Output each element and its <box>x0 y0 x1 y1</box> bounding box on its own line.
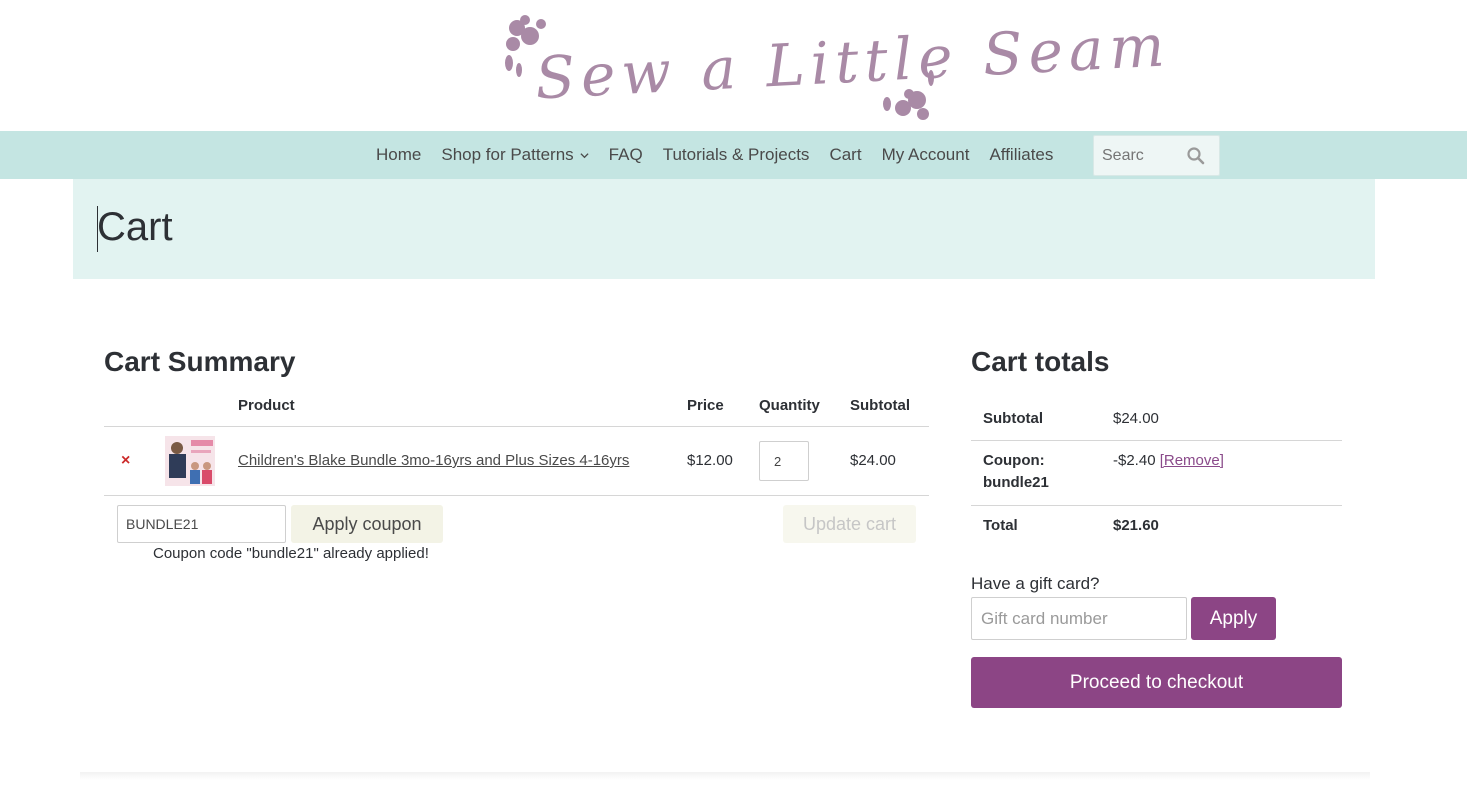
apply-coupon-button[interactable]: Apply coupon <box>291 505 443 543</box>
product-name-link[interactable]: Children's Blake Bundle 3mo-16yrs and Pl… <box>238 452 629 469</box>
coupon-discount: -$2.40 [Remove] <box>1113 452 1224 469</box>
gift-card-label: Have a gift card? <box>971 574 1100 593</box>
product-thumbnail[interactable] <box>165 436 215 486</box>
coupon-label: Coupon: bundle21 <box>983 452 1049 491</box>
search-icon[interactable] <box>1186 146 1206 166</box>
nav-tutorials[interactable]: Tutorials & Projects <box>653 145 820 165</box>
col-subtotal: Subtotal <box>850 397 910 414</box>
nav-cart[interactable]: Cart <box>819 145 871 165</box>
item-price: $12.00 <box>687 452 733 469</box>
total-value: $21.60 <box>1113 517 1159 534</box>
totals-divider <box>971 440 1342 441</box>
nav-shop-for-patterns[interactable]: Shop for Patterns <box>431 145 598 165</box>
item-subtotal: $24.00 <box>850 452 896 469</box>
site-logo[interactable]: Sew a Little Seam <box>533 8 1171 129</box>
site-header: Sew a Little Seam <box>0 0 1467 131</box>
nav-shop-label: Shop for Patterns <box>441 145 574 164</box>
col-quantity: Quantity <box>759 397 820 414</box>
nav-faq[interactable]: FAQ <box>599 145 653 165</box>
cart-totals-heading: Cart totals <box>971 346 1110 377</box>
page-title: Cart <box>97 205 173 249</box>
update-cart-button[interactable]: Update cart <box>783 505 916 543</box>
gift-card-apply-button[interactable]: Apply <box>1191 597 1276 640</box>
proceed-to-checkout-button[interactable]: Proceed to checkout <box>971 657 1342 708</box>
main-nav: Home Shop for Patterns FAQ Tutorials & P… <box>0 131 1467 179</box>
search-input[interactable] <box>1094 136 1184 175</box>
product-image <box>165 436 215 486</box>
coupon-status-message: Coupon code "bundle21" already applied! <box>153 545 429 562</box>
total-label: Total <box>983 517 1018 534</box>
subtotal-value: $24.00 <box>1113 410 1159 427</box>
col-product: Product <box>238 397 295 414</box>
search-box <box>1093 135 1220 176</box>
coupon-code-input[interactable] <box>117 505 286 543</box>
table-divider <box>104 426 929 427</box>
page-title-band: Cart <box>73 179 1375 279</box>
table-divider <box>104 495 929 496</box>
nav-my-account[interactable]: My Account <box>872 145 980 165</box>
remove-coupon-link[interactable]: [Remove] <box>1160 452 1224 469</box>
subtotal-label: Subtotal <box>983 410 1043 427</box>
totals-divider <box>971 505 1342 506</box>
quantity-input[interactable] <box>759 441 809 481</box>
chevron-down-icon <box>580 152 589 158</box>
col-price: Price <box>687 397 724 414</box>
coupon-value: -$2.40 <box>1113 452 1156 469</box>
footer-edge <box>80 772 1370 780</box>
gift-card-input[interactable] <box>971 597 1187 640</box>
remove-item-button[interactable]: × <box>121 452 130 470</box>
nav-home[interactable]: Home <box>366 145 431 165</box>
cart-summary-heading: Cart Summary <box>104 346 296 377</box>
nav-affiliates[interactable]: Affiliates <box>979 145 1063 165</box>
